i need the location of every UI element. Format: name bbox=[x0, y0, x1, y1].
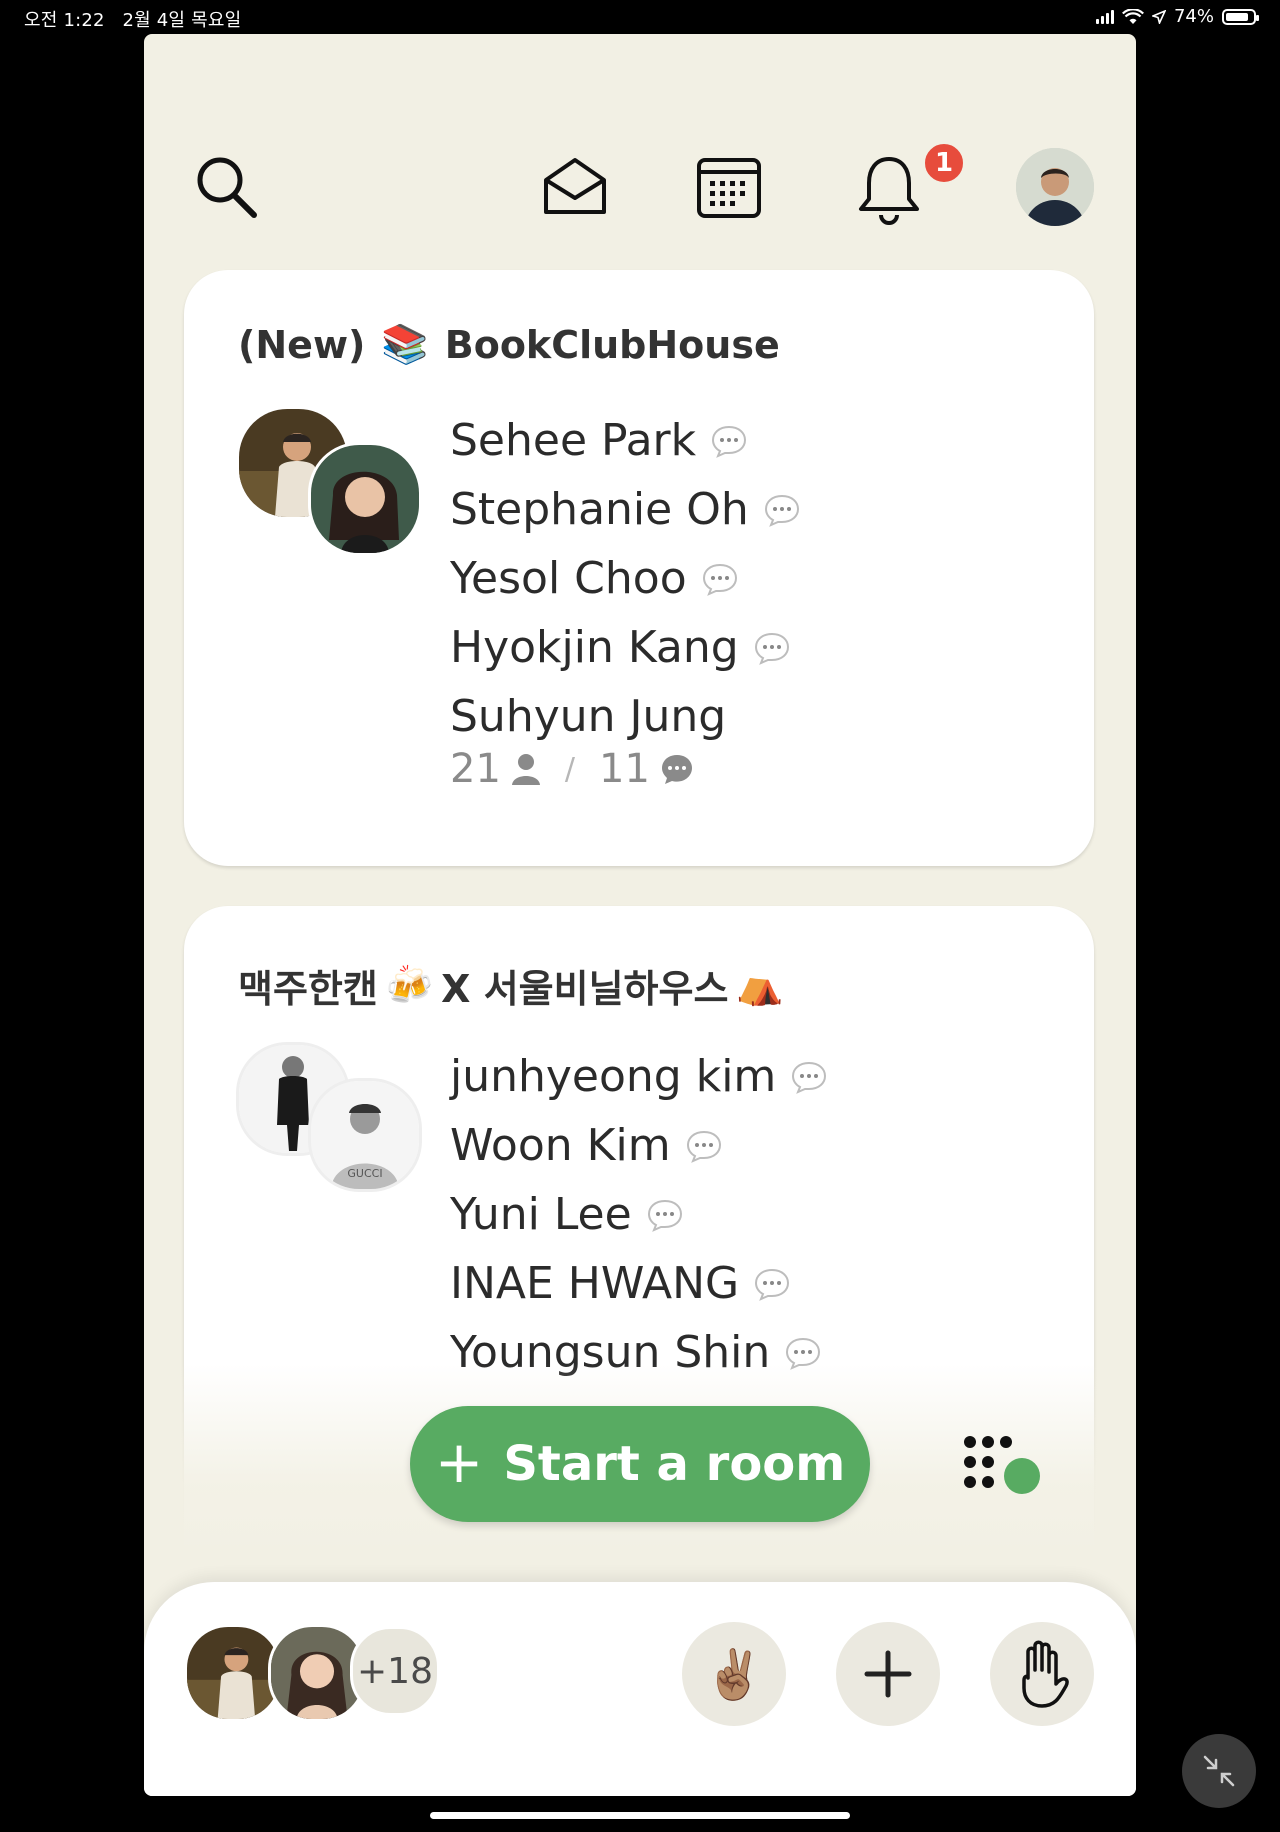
speaker-avatar: GUCCI bbox=[308, 1078, 422, 1192]
peace-emoji: ✌🏽 bbox=[704, 1646, 764, 1703]
collapse-arrows-icon bbox=[1203, 1755, 1235, 1787]
tent-emoji: ⛺ bbox=[736, 963, 784, 1007]
profile-avatar[interactable] bbox=[1016, 148, 1094, 226]
plus-icon: + bbox=[434, 1428, 484, 1496]
notification-badge: 1 bbox=[922, 141, 966, 185]
status-time-date: 오전 1:22 2월 4일 목요일 bbox=[24, 6, 241, 32]
chat-icon bbox=[661, 755, 692, 784]
speaker-item[interactable]: Yuni Lee bbox=[450, 1180, 828, 1249]
room-avatars: GUCCI bbox=[236, 1042, 422, 1192]
dots-grid-icon bbox=[964, 1436, 1040, 1494]
chat-bubble-icon bbox=[764, 494, 799, 527]
room-title-part1: 맥주한캔 bbox=[238, 967, 378, 1011]
chat-bubble-icon bbox=[647, 1199, 682, 1232]
speaker-item[interactable]: Woon Kim bbox=[450, 1111, 828, 1180]
inbox-icon bbox=[544, 158, 606, 214]
home-indicator bbox=[430, 1812, 850, 1819]
location-icon bbox=[1151, 9, 1166, 24]
start-room-button[interactable]: + Start a room bbox=[410, 1406, 870, 1522]
speaker-list: Sehee Park Stephanie Oh Yesol Choo Hyokj… bbox=[450, 406, 801, 751]
calendar-button[interactable] bbox=[694, 152, 764, 222]
speaker-item[interactable]: Hyokjin Kang bbox=[450, 613, 801, 682]
battery-percent: 74% bbox=[1173, 6, 1214, 27]
chat-bubble-icon bbox=[712, 425, 747, 458]
speaker-count: 11 bbox=[599, 746, 650, 792]
speaker-item[interactable]: INAE HWANG bbox=[450, 1249, 828, 1318]
search-button[interactable] bbox=[192, 152, 262, 222]
speaker-name: Stephanie Oh bbox=[450, 484, 749, 535]
room-title-name: BookClubHouse bbox=[444, 322, 780, 367]
speaker-item[interactable]: Yesol Choo bbox=[450, 544, 801, 613]
room-stats: 21 / 11 bbox=[450, 746, 694, 792]
status-right: 74% bbox=[1095, 6, 1259, 27]
room-title: 맥주한캔 🍻 X 서울비닐하우스 ⛺ bbox=[238, 958, 784, 1013]
speaker-name: Suhyun Jung bbox=[450, 691, 727, 742]
speaker-name: INAE HWANG bbox=[450, 1258, 740, 1309]
bottom-bar: +18 ✌🏽 bbox=[144, 1582, 1136, 1796]
room-participants[interactable]: +18 bbox=[184, 1624, 444, 1722]
inbox-button[interactable] bbox=[540, 152, 610, 222]
status-time: 오전 1:22 bbox=[24, 10, 105, 31]
speaker-name: Yuni Lee bbox=[450, 1189, 632, 1240]
add-button[interactable] bbox=[836, 1622, 940, 1726]
app-window: 1 (New) 📚 BookClubHouse Sehee Park Steph… bbox=[144, 34, 1136, 1796]
room-card[interactable]: (New) 📚 BookClubHouse Sehee Park Stephan… bbox=[184, 270, 1094, 866]
speaker-item[interactable]: Sehee Park bbox=[450, 406, 801, 475]
person-icon bbox=[511, 754, 540, 785]
search-icon bbox=[197, 157, 257, 218]
chat-bubble-icon bbox=[792, 1061, 827, 1094]
speaker-name: Hyokjin Kang bbox=[450, 622, 739, 673]
top-bar: 1 bbox=[144, 34, 1136, 264]
room-title-prefix: (New) bbox=[238, 322, 366, 367]
speaker-list: junhyeong kim Woon Kim Yuni Lee INAE HWA… bbox=[450, 1042, 828, 1387]
chat-bubble-icon bbox=[702, 563, 737, 596]
status-date: 2월 4일 목요일 bbox=[122, 10, 242, 31]
room-avatars bbox=[236, 406, 422, 556]
start-room-label: Start a room bbox=[503, 1436, 846, 1492]
speaker-name: Sehee Park bbox=[450, 415, 697, 466]
speaker-avatar bbox=[308, 442, 422, 556]
beer-emoji: 🍻 bbox=[385, 963, 434, 1007]
room-title: (New) 📚 BookClubHouse bbox=[238, 322, 780, 367]
speaker-item[interactable]: junhyeong kim bbox=[450, 1042, 828, 1111]
battery-icon bbox=[1222, 8, 1259, 25]
bell-icon bbox=[859, 157, 919, 225]
minimize-button[interactable] bbox=[1182, 1734, 1256, 1808]
room-title-part2: X 서울비닐하우스 bbox=[441, 967, 729, 1011]
speaker-name: junhyeong kim bbox=[450, 1051, 777, 1102]
stats-divider: / bbox=[564, 751, 576, 787]
speaker-name: Woon Kim bbox=[450, 1120, 671, 1171]
speaker-item[interactable]: Suhyun Jung bbox=[450, 682, 801, 751]
books-emoji: 📚 bbox=[381, 322, 429, 366]
wifi-icon bbox=[1122, 8, 1144, 24]
more-participants-count: +18 bbox=[350, 1626, 440, 1716]
speaker-name: Yesol Choo bbox=[450, 553, 687, 604]
chat-bubble-icon bbox=[755, 1268, 790, 1301]
notifications-button[interactable] bbox=[854, 152, 924, 228]
signal-icon bbox=[1095, 9, 1114, 24]
status-bar: 오전 1:22 2월 4일 목요일 74% bbox=[0, 0, 1280, 36]
svg-text:GUCCI: GUCCI bbox=[347, 1167, 382, 1180]
online-friends-button[interactable] bbox=[960, 1432, 1050, 1504]
listener-count: 21 bbox=[450, 746, 501, 792]
speaker-item[interactable]: Stephanie Oh bbox=[450, 475, 801, 544]
chat-bubble-icon bbox=[754, 632, 789, 665]
plus-icon bbox=[864, 1650, 912, 1698]
peace-emoji-button[interactable]: ✌🏽 bbox=[682, 1622, 786, 1726]
chat-bubble-icon bbox=[686, 1130, 721, 1163]
calendar-icon bbox=[697, 158, 761, 218]
raised-hand-icon bbox=[1022, 1640, 1069, 1708]
raise-hand-button[interactable] bbox=[990, 1622, 1094, 1726]
